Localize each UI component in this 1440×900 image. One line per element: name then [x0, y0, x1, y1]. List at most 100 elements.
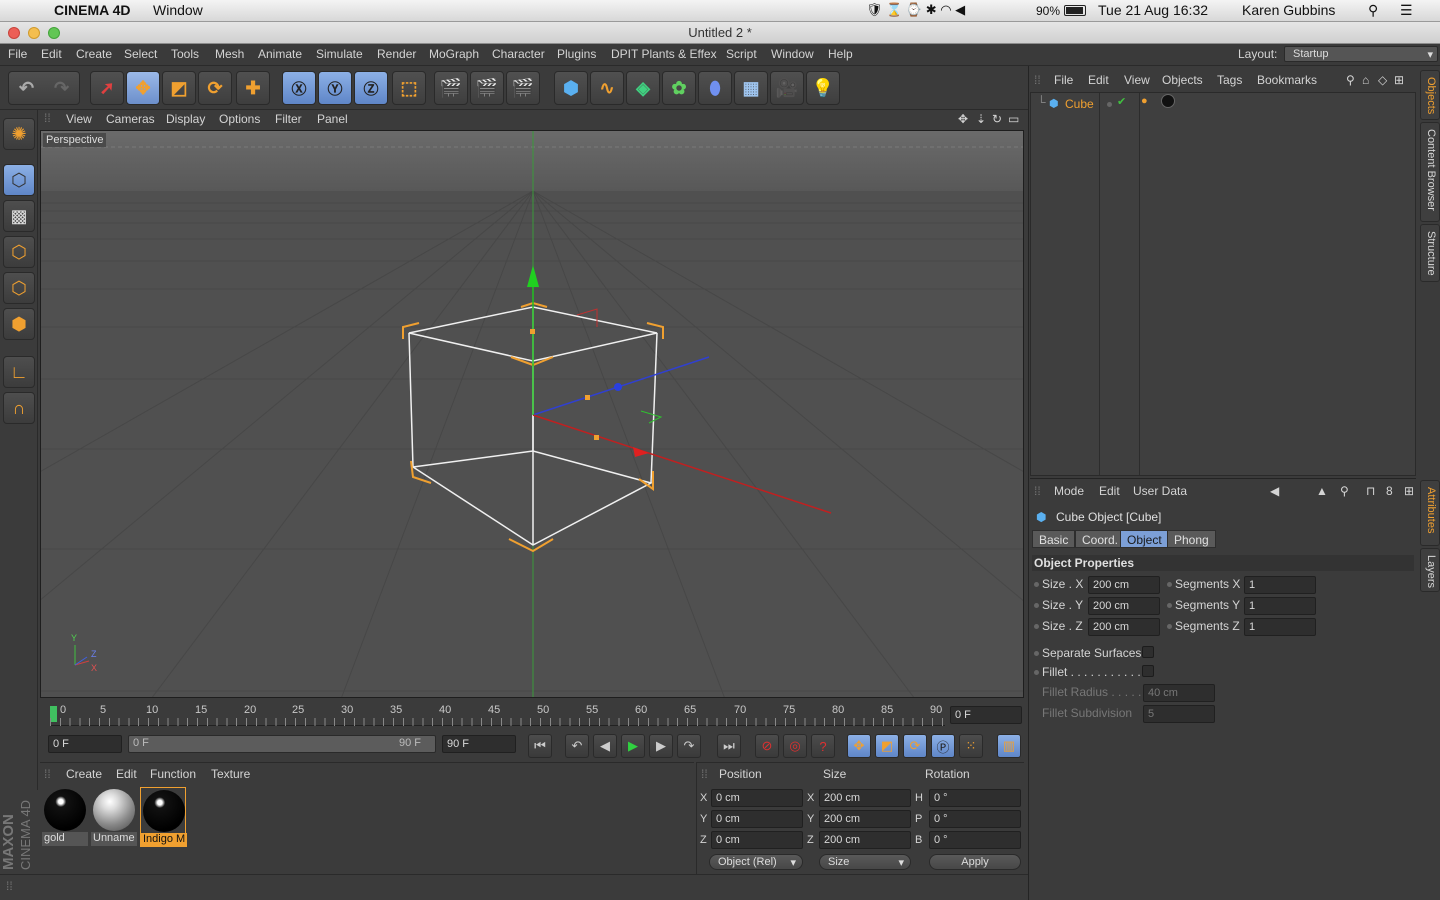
perspective-viewport[interactable]: Perspective Y Z X — [40, 130, 1024, 698]
size-x-input[interactable]: 200 cm — [1088, 576, 1160, 594]
rot-p-field[interactable]: 0 ° — [929, 810, 1021, 828]
tab-content-browser[interactable]: Content Browser — [1420, 122, 1440, 222]
key-rotation-button[interactable]: ⟳ — [903, 734, 927, 758]
coord-mode-dropdown[interactable]: Object (Rel) ▾ — [709, 854, 803, 870]
tab-object[interactable]: Object — [1120, 530, 1169, 548]
lock-icon[interactable]: ⊓ — [1366, 484, 1375, 498]
range-slider[interactable]: 0 F 90 F — [128, 735, 436, 753]
tab-structure[interactable]: Structure — [1420, 224, 1440, 282]
vp-menu-filter[interactable]: Filter — [275, 112, 302, 126]
pos-y-field[interactable]: 0 cm — [711, 810, 803, 828]
obj-menu-file[interactable]: File — [1054, 73, 1073, 87]
size-z-input[interactable]: 200 cm — [1088, 618, 1160, 636]
rot-b-field[interactable]: 0 ° — [929, 831, 1021, 849]
material-swatch-gold[interactable]: gold — [42, 787, 88, 847]
anim-dot[interactable] — [1034, 603, 1039, 608]
vp-menu-display[interactable]: Display — [166, 112, 205, 126]
obj-menu-objects[interactable]: Objects — [1162, 73, 1203, 87]
menu-file[interactable]: File — [8, 47, 27, 61]
home-icon[interactable]: ⌂ — [1362, 73, 1369, 87]
size-z-field[interactable]: 200 cm — [819, 831, 911, 849]
search-icon[interactable]: ⚲ — [1340, 484, 1349, 498]
texture-mode-button[interactable]: ▩ — [3, 200, 35, 232]
segments-x-input[interactable]: 1 — [1244, 576, 1316, 594]
anim-dot[interactable] — [1167, 624, 1172, 629]
size-y-field[interactable]: 200 cm — [819, 810, 911, 828]
next-frame-button[interactable]: ▶ — [649, 734, 673, 758]
fillet-subdivision-input[interactable]: 5 — [1143, 705, 1215, 723]
menu-animate[interactable]: Animate — [258, 47, 302, 61]
render-region-button[interactable]: 🎬 — [470, 71, 504, 105]
z-axis-lock-button[interactable]: Ⓩ — [354, 71, 388, 105]
up-arrow-icon[interactable]: ▲ — [1316, 484, 1328, 498]
window-menu[interactable]: Window — [153, 2, 203, 18]
autokey-button[interactable]: ◎ — [783, 734, 807, 758]
add-deformer-button[interactable]: ⬮ — [698, 71, 732, 105]
fillet-radius-input[interactable]: 40 cm — [1143, 684, 1215, 702]
attr-menu-mode[interactable]: Mode — [1054, 484, 1084, 498]
key-parameter-button[interactable]: Ⓟ — [931, 734, 955, 758]
timeline-track[interactable]: 0 5 10 15 20 25 30 35 40 45 50 55 60 65 … — [50, 704, 945, 726]
coordinate-system-button[interactable]: ⬚ — [392, 71, 426, 105]
rot-h-field[interactable]: 0 ° — [929, 789, 1021, 807]
prev-key-button[interactable]: ↶ — [565, 734, 589, 758]
make-editable-button[interactable]: ✺ — [3, 118, 35, 150]
rotate-tool-button[interactable]: ⟳ — [198, 71, 232, 105]
prev-frame-button[interactable]: ◀ — [593, 734, 617, 758]
new-panel-icon[interactable]: ⊞ — [1404, 484, 1414, 498]
separate-surfaces-checkbox[interactable] — [1142, 646, 1154, 658]
last-tool-button[interactable]: ✚ — [236, 71, 270, 105]
end-frame-field[interactable]: 90 F — [442, 735, 516, 753]
material-swatch-unnamed[interactable]: Unname — [91, 787, 137, 847]
menu-select[interactable]: Select — [124, 47, 157, 61]
menu-script[interactable]: Script — [726, 47, 757, 61]
live-selection-button[interactable]: ➚ — [90, 71, 124, 105]
segments-y-input[interactable]: 1 — [1244, 597, 1316, 615]
search-icon[interactable]: ⚲ — [1346, 73, 1355, 87]
menu-plugins[interactable]: Plugins — [557, 47, 596, 61]
axis-mode-button[interactable]: ∟ — [3, 356, 35, 388]
size-mode-dropdown[interactable]: Size ▾ — [819, 854, 911, 870]
menu-help[interactable]: Help — [828, 47, 853, 61]
menu-tools[interactable]: Tools — [171, 47, 199, 61]
app-menu[interactable]: CINEMA 4D — [54, 2, 131, 18]
add-camera-button[interactable]: 🎥 — [770, 71, 804, 105]
object-name[interactable]: Cube — [1065, 97, 1094, 111]
x-axis-lock-button[interactable]: Ⓧ — [282, 71, 316, 105]
tab-basic[interactable]: Basic — [1032, 530, 1076, 548]
add-light-button[interactable]: 💡 — [806, 71, 840, 105]
segments-z-input[interactable]: 1 — [1244, 618, 1316, 636]
menu-mograph[interactable]: MoGraph — [429, 47, 479, 61]
vp-menu-cameras[interactable]: Cameras — [106, 112, 155, 126]
user-name[interactable]: Karen Gubbins — [1242, 2, 1335, 18]
menu-character[interactable]: Character — [492, 47, 545, 61]
record-keys-button[interactable]: ⊘ — [755, 734, 779, 758]
enabled-check-icon[interactable]: ✔ — [1117, 95, 1126, 108]
tab-phong[interactable]: Phong — [1167, 530, 1216, 548]
obj-menu-view[interactable]: View — [1124, 73, 1150, 87]
key-pla-button[interactable]: ⁙ — [959, 734, 983, 758]
obj-menu-tags[interactable]: Tags — [1217, 73, 1242, 87]
anim-dot[interactable] — [1034, 651, 1039, 656]
tab-objects[interactable]: Objects — [1420, 70, 1440, 120]
dolly-view-icon[interactable]: ⇣ — [976, 112, 986, 126]
menu-mesh[interactable]: Mesh — [215, 47, 244, 61]
vp-menu-panel[interactable]: Panel — [317, 112, 348, 126]
anim-dot[interactable] — [1034, 670, 1039, 675]
start-frame-field[interactable]: 0 F — [48, 735, 122, 753]
menu-edit[interactable]: Edit — [41, 47, 62, 61]
y-axis-lock-button[interactable]: Ⓨ — [318, 71, 352, 105]
back-arrow-icon[interactable]: ◀ — [1270, 484, 1279, 498]
menu-create[interactable]: Create — [76, 47, 112, 61]
go-to-start-button[interactable]: ⏮ — [528, 734, 552, 758]
link-icon[interactable]: 8 — [1386, 484, 1393, 498]
material-tag-icon[interactable]: ● — [1141, 95, 1148, 107]
object-list[interactable]: └ ⬢ Cube ✔ ● — [1030, 92, 1416, 476]
snap-button[interactable]: ∩ — [3, 392, 35, 424]
render-view-button[interactable]: 🎬 — [434, 71, 468, 105]
render-settings-button[interactable]: 🎬 — [506, 71, 540, 105]
tab-coord[interactable]: Coord. — [1075, 530, 1126, 548]
edges-mode-button[interactable]: ⬡ — [3, 272, 35, 304]
clock[interactable]: Tue 21 Aug 16:32 — [1098, 2, 1208, 18]
phong-tag-icon[interactable] — [1161, 94, 1175, 108]
